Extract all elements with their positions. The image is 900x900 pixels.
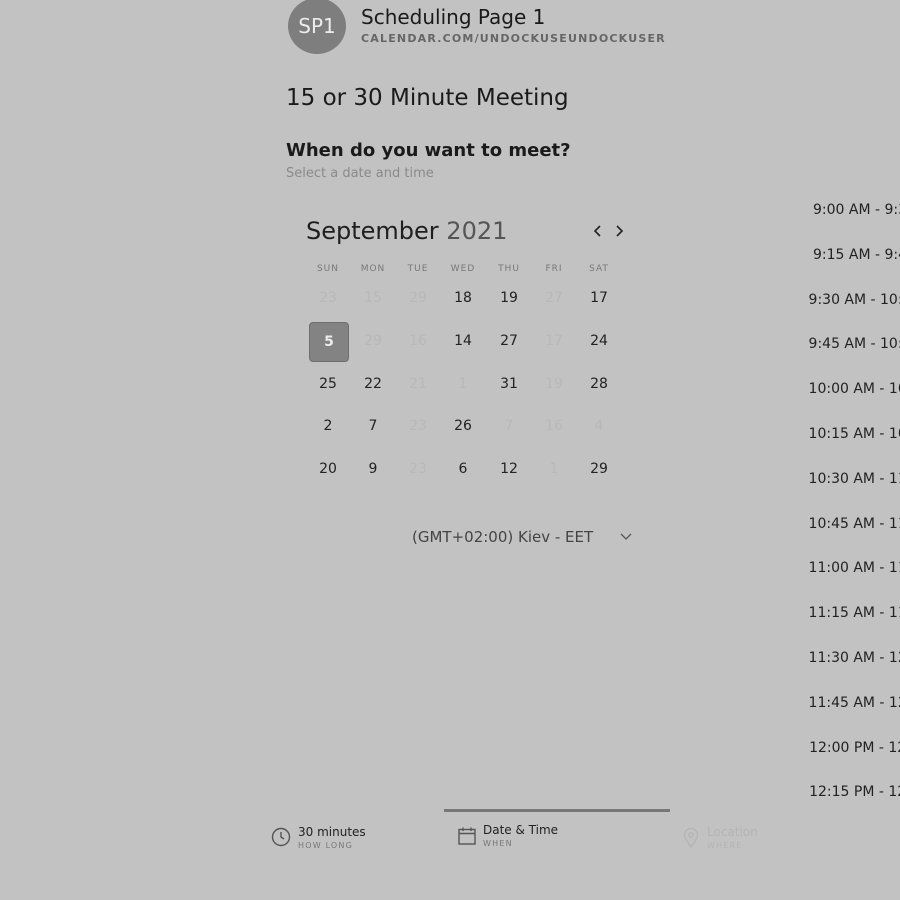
weekday-header: WED	[450, 264, 476, 274]
question-subtitle: Select a date and time	[286, 166, 434, 181]
event-title: 15 or 30 Minute Meeting	[286, 85, 569, 111]
question-title: When do you want to meet?	[286, 140, 571, 161]
time-slot[interactable]: 10:45 AM - 11:	[800, 516, 900, 532]
calendar-day: 1	[458, 376, 468, 392]
calendar-day[interactable]: 6	[444, 450, 482, 488]
calendar-day[interactable]: 17	[580, 279, 618, 317]
time-slot[interactable]: 10:00 AM - 10:	[800, 381, 900, 397]
time-slot[interactable]: 9:00 AM - 9:3	[800, 202, 900, 218]
calendar-day: 23	[319, 290, 337, 306]
calendar-day: 27	[545, 290, 563, 306]
calendar-day: 29	[364, 333, 382, 349]
calendar-day: 16	[545, 418, 563, 434]
weekday-header: MON	[360, 264, 386, 274]
calendar-day[interactable]: 7	[354, 407, 392, 445]
calendar-day: 4	[594, 418, 604, 434]
calendar-day[interactable]: 22	[354, 365, 392, 403]
calendar-month: September	[306, 217, 439, 245]
calendar-day[interactable]: 19	[490, 279, 528, 317]
timezone-select[interactable]: (GMT+02:00) Kiev - EET	[412, 528, 593, 546]
calendar-day: 16	[409, 333, 427, 349]
scheduling-page-url[interactable]: CALENDAR.COM/UNDOCKUSEUNDOCKUSER	[361, 32, 666, 45]
calendar-day[interactable]: 18	[444, 279, 482, 317]
time-slot[interactable]: 12:00 PM - 12:	[800, 740, 900, 756]
time-slot[interactable]: 12:15 PM - 12:	[800, 784, 900, 800]
calendar-year: 2021	[446, 217, 508, 245]
calendar-day[interactable]: 27	[490, 322, 528, 360]
tab-date-time-label[interactable]: Date & Time	[483, 823, 558, 837]
calendar-day: 21	[409, 376, 427, 392]
calendar-day: 23	[409, 461, 427, 477]
active-tab-indicator	[444, 809, 670, 812]
time-slot[interactable]: 11:30 AM - 12:	[800, 650, 900, 666]
weekday-header: FRI	[545, 264, 563, 274]
weekday-header: THU	[498, 264, 520, 274]
location-pin-icon	[683, 828, 699, 848]
calendar-day[interactable]: 14	[444, 322, 482, 360]
calendar-day: 15	[364, 290, 382, 306]
calendar-day-selected[interactable]: 5	[309, 322, 349, 362]
next-month-button[interactable]	[611, 219, 627, 243]
prev-month-button[interactable]	[590, 219, 606, 243]
calendar-day: 23	[409, 418, 427, 434]
weekday-header: TUE	[407, 264, 429, 274]
calendar-day[interactable]: 29	[580, 450, 618, 488]
calendar-day: 19	[545, 376, 563, 392]
calendar-icon	[458, 827, 476, 845]
chevron-down-icon[interactable]	[619, 529, 633, 543]
calendar-month-year: September 2021	[306, 217, 507, 245]
calendar-day[interactable]: 26	[444, 407, 482, 445]
calendar-day[interactable]: 20	[309, 450, 347, 488]
calendar-day[interactable]: 28	[580, 365, 618, 403]
tab-location-label[interactable]: Location	[707, 825, 758, 839]
tab-duration-label[interactable]: 30 minutes	[298, 825, 366, 839]
time-slot[interactable]: 9:30 AM - 10:0	[800, 292, 900, 308]
calendar-day: 29	[409, 290, 427, 306]
calendar-day[interactable]: 12	[490, 450, 528, 488]
calendar-day[interactable]: 31	[490, 365, 528, 403]
calendar-day[interactable]: 24	[580, 322, 618, 360]
calendar-day: 17	[545, 333, 563, 349]
tab-date-time-sub: WHEN	[483, 839, 513, 848]
clock-icon	[271, 827, 291, 847]
scheduling-page-title: Scheduling Page 1	[361, 5, 546, 29]
calendar-day: 1	[549, 461, 559, 477]
calendar-day[interactable]: 25	[309, 365, 347, 403]
time-slot[interactable]: 11:15 AM - 11:	[800, 605, 900, 621]
time-slot[interactable]: 9:45 AM - 10:1	[800, 336, 900, 352]
chevron-right-icon	[616, 225, 624, 237]
calendar-day: 7	[504, 418, 514, 434]
tab-location-sub: WHERE	[707, 841, 743, 850]
chevron-left-icon	[593, 225, 601, 237]
calendar-day[interactable]: 9	[354, 450, 392, 488]
calendar-day[interactable]: 2	[309, 407, 347, 445]
time-slot[interactable]: 10:15 AM - 10:	[800, 426, 900, 442]
avatar-initials: SP1	[298, 14, 336, 38]
time-slot[interactable]: 11:00 AM - 11:	[800, 560, 900, 576]
weekday-header: SUN	[316, 264, 340, 274]
tab-duration-sub: HOW LONG	[298, 841, 354, 850]
time-slot[interactable]: 10:30 AM - 11:	[800, 471, 900, 487]
weekday-header: SAT	[589, 264, 609, 274]
avatar: SP1	[288, 0, 346, 54]
time-slot[interactable]: 11:45 AM - 12:	[800, 695, 900, 711]
time-slot[interactable]: 9:15 AM - 9:4	[800, 247, 900, 263]
